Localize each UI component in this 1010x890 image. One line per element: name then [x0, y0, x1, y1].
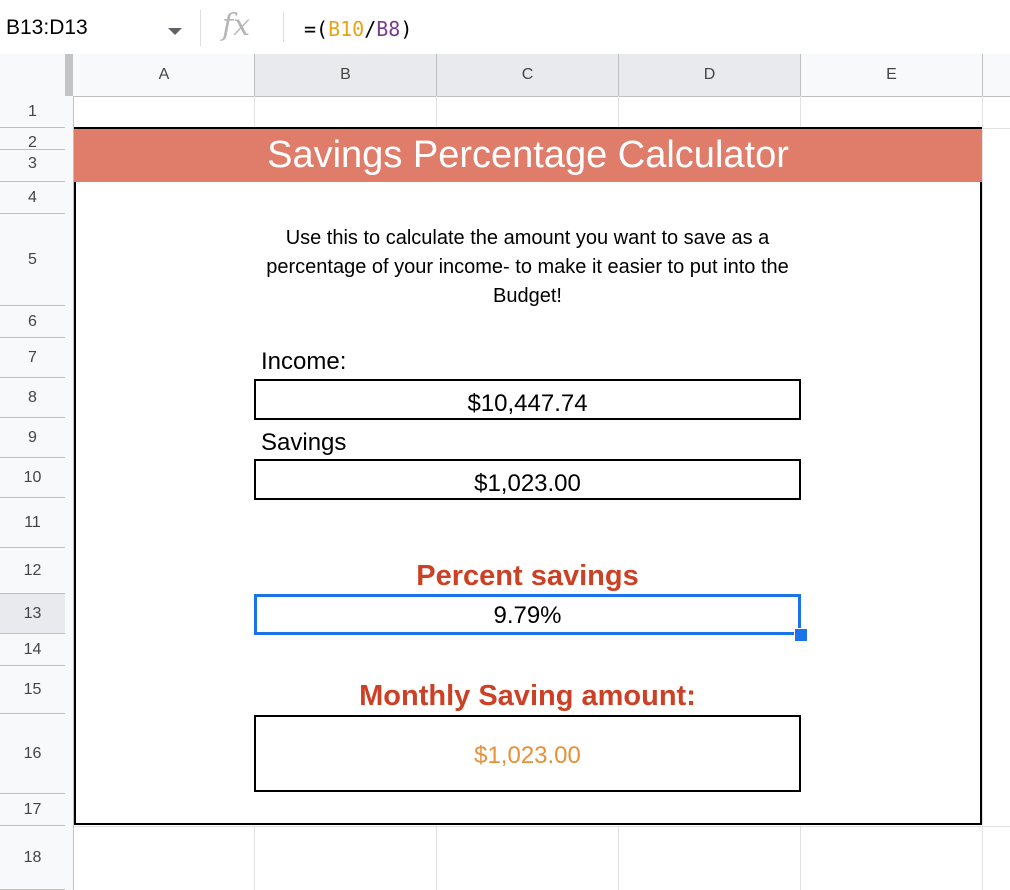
page-title[interactable]: Savings Percentage Calculator: [74, 129, 982, 182]
formula-prefix: =(: [304, 17, 329, 41]
row-header-7[interactable]: 7: [0, 338, 65, 378]
row-header-14[interactable]: 14: [0, 634, 65, 666]
formula-input[interactable]: =(B10/B8): [304, 17, 412, 41]
row-header-13[interactable]: 13: [0, 594, 65, 634]
row-header-2[interactable]: 2: [0, 128, 65, 150]
name-box[interactable]: B13:D13: [6, 16, 88, 40]
column-header-e[interactable]: E: [801, 54, 983, 96]
savings-value-cell[interactable]: $1,023.00: [254, 459, 801, 500]
chevron-down-icon[interactable]: [168, 28, 182, 35]
monthly-saving-cell[interactable]: $1,023.00: [254, 715, 801, 792]
monthly-saving-label[interactable]: Monthly Saving amount:: [255, 680, 800, 713]
formula-bar: B13:D13 fx =(B10/B8): [0, 0, 1010, 55]
divider: [200, 10, 201, 46]
savings-label[interactable]: Savings: [261, 429, 346, 457]
row-header-5[interactable]: 5: [0, 214, 65, 306]
formula-suffix: ): [400, 17, 413, 41]
row-header-17[interactable]: 17: [0, 794, 65, 826]
row-header-1[interactable]: 1: [0, 96, 65, 128]
row-header-8[interactable]: 8: [0, 378, 65, 418]
column-header-d[interactable]: D: [619, 54, 801, 96]
column-headers: A B C D E: [0, 54, 1010, 97]
row-header-3[interactable]: 3: [0, 150, 65, 182]
formula-ref-b10: B10: [328, 17, 365, 41]
selection-outline: [254, 594, 801, 635]
row-headers: 1 2 3 4 5 6 7 8 9 10 11 12 13 14 15 16 1…: [0, 96, 74, 890]
row-header-18[interactable]: 18: [0, 826, 65, 890]
column-header-b[interactable]: B: [255, 54, 437, 96]
fx-icon: fx: [222, 8, 251, 43]
row-header-10[interactable]: 10: [0, 458, 65, 498]
row-header-12[interactable]: 12: [0, 548, 65, 594]
column-header-a[interactable]: A: [74, 54, 255, 96]
row-header-6[interactable]: 6: [0, 306, 65, 338]
row-header-9[interactable]: 9: [0, 418, 65, 458]
formula-ref-b8: B8: [376, 17, 401, 41]
income-value-cell[interactable]: $10,447.74: [254, 379, 801, 420]
divider: [283, 12, 284, 42]
row-header-4[interactable]: 4: [0, 182, 65, 214]
row-header-15[interactable]: 15: [0, 666, 65, 714]
select-all-corner[interactable]: [0, 54, 73, 96]
fill-handle[interactable]: [794, 628, 808, 642]
percent-savings-label[interactable]: Percent savings: [255, 560, 800, 593]
formula-operator: /: [364, 17, 377, 41]
row-header-16[interactable]: 16: [0, 714, 65, 794]
column-header-c[interactable]: C: [437, 54, 619, 96]
row-header-11[interactable]: 11: [0, 498, 65, 548]
income-label[interactable]: Income:: [261, 348, 346, 376]
description-text[interactable]: Use this to calculate the amount you wan…: [255, 224, 800, 311]
